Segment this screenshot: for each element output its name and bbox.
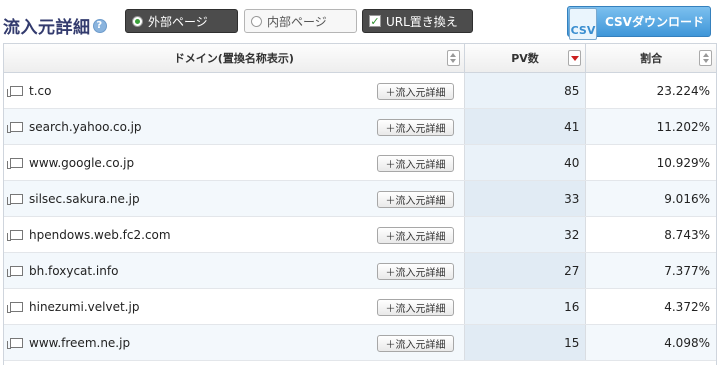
domain-cell: www.freem.ne.jp ＋流入元詳細 — [4, 325, 465, 360]
csv-file-icon: CSV — [569, 8, 597, 40]
domain-name[interactable]: search.yahoo.co.jp — [29, 120, 142, 134]
page-icon — [7, 193, 23, 205]
ratio-cell: 7.377% — [586, 253, 716, 288]
domain-cell: hpendows.web.fc2.com ＋流入元詳細 — [4, 217, 465, 252]
domain-name[interactable]: bh.foxycat.info — [29, 264, 118, 278]
sort-arrows-icon[interactable] — [699, 50, 712, 66]
ratio-cell: 23.224% — [656, 83, 710, 98]
pv-cell: 41 — [464, 109, 587, 144]
referrer-detail-button[interactable]: ＋流入元詳細 — [377, 119, 454, 136]
csv-download-button[interactable]: CSV CSVダウンロード — [567, 6, 711, 40]
sort-arrows-icon[interactable] — [446, 50, 460, 66]
sort-desc-icon[interactable] — [568, 50, 582, 66]
ratio-cell: 8.743% — [664, 227, 710, 242]
domain-name[interactable]: hinezumi.velvet.jp — [29, 300, 139, 314]
table-row: www.google.co.jp ＋流入元詳細 40 10.929% — [4, 145, 716, 181]
table-row: bh.foxycat.info ＋流入元詳細 27 7.377% — [4, 253, 716, 289]
pv-cell: 27 — [464, 253, 587, 288]
referrer-detail-button[interactable]: ＋流入元詳細 — [377, 227, 454, 244]
page-icon — [7, 157, 23, 169]
url-replace-toggle[interactable]: ✓ URL置き換え — [362, 9, 473, 33]
table-row: silsec.sakura.ne.jp ＋流入元詳細 33 9.016% — [4, 181, 716, 217]
domain-cell: hinezumi.velvet.jp ＋流入元詳細 — [4, 289, 465, 324]
pv-cell: 32 — [464, 217, 587, 252]
pv-cell: 40 — [464, 145, 587, 180]
referrer-table: ドメイン(置換名称表示) PV数 割合 t.co ＋流入元詳細 85 23.224% s… — [3, 43, 717, 365]
radio-selected-icon — [132, 15, 143, 27]
ratio-cell: 11.202% — [586, 109, 716, 144]
page-icon — [7, 301, 23, 313]
external-page-label: 外部ページ — [148, 14, 208, 29]
pv-cell: 16 — [464, 289, 587, 324]
table-row: search.yahoo.co.jp ＋流入元詳細 41 11.202% — [4, 109, 716, 145]
referrer-detail-button[interactable]: ＋流入元詳細 — [377, 263, 454, 280]
column-header-domain[interactable]: ドメイン(置換名称表示) — [4, 44, 465, 72]
domain-name[interactable]: www.google.co.jp — [29, 156, 134, 170]
table-body: t.co ＋流入元詳細 85 23.224% search.yahoo.co.jp ＋流入… — [4, 73, 716, 361]
domain-name[interactable]: www.freem.ne.jp — [29, 336, 130, 350]
ratio-cell: 4.372% — [664, 299, 710, 314]
domain-cell: silsec.sakura.ne.jp ＋流入元詳細 — [4, 181, 465, 216]
table-row: www.freem.ne.jp ＋流入元詳細 15 4.098% — [4, 325, 716, 361]
referrer-detail-button[interactable]: ＋流入元詳細 — [377, 191, 454, 208]
ratio-cell: 9.016% — [586, 181, 716, 216]
domain-name[interactable]: silsec.sakura.ne.jp — [29, 192, 140, 206]
column-header-ratio[interactable]: 割合 — [586, 44, 716, 72]
page-icon — [7, 229, 23, 241]
help-icon[interactable]: ? — [92, 18, 107, 33]
ratio-cell: 4.098% — [586, 325, 716, 360]
domain-cell: www.google.co.jp ＋流入元詳細 — [4, 145, 465, 180]
table-row: t.co ＋流入元詳細 85 23.224% — [4, 73, 716, 109]
pv-cell: 85 — [464, 73, 587, 108]
domain-cell: t.co ＋流入元詳細 — [4, 73, 465, 108]
csv-download-label: CSVダウンロード — [605, 15, 704, 29]
referrer-detail-button[interactable]: ＋流入元詳細 — [377, 299, 454, 316]
table-header: ドメイン(置換名称表示) PV数 割合 — [4, 44, 716, 73]
column-header-domain-label: ドメイン(置換名称表示) — [173, 52, 294, 65]
radio-icon — [251, 15, 262, 27]
page-icon — [7, 265, 23, 277]
url-replace-label: URL置き換え — [386, 14, 458, 29]
domain-cell: bh.foxycat.info ＋流入元詳細 — [4, 253, 465, 288]
domain-name[interactable]: hpendows.web.fc2.com — [29, 228, 171, 242]
checkbox-icon: ✓ — [369, 14, 381, 28]
pv-cell: 15 — [464, 325, 587, 360]
column-header-pv[interactable]: PV数 — [465, 44, 587, 72]
column-header-pv-label: PV数 — [511, 52, 539, 65]
table-row: hinezumi.velvet.jp ＋流入元詳細 16 4.372% — [4, 289, 716, 325]
pv-cell: 33 — [464, 181, 587, 216]
ratio-cell: 10.929% — [656, 155, 710, 170]
page-icon — [7, 121, 23, 133]
page-title: 流入元詳細 ? — [3, 13, 107, 38]
internal-page-label: 内部ページ — [267, 14, 327, 29]
page-title-text: 流入元詳細 — [3, 18, 91, 38]
page-icon — [7, 337, 23, 349]
referrer-detail-button[interactable]: ＋流入元詳細 — [377, 335, 454, 352]
referrer-detail-button[interactable]: ＋流入元詳細 — [377, 83, 454, 100]
page-icon — [7, 85, 23, 97]
domain-cell: search.yahoo.co.jp ＋流入元詳細 — [4, 109, 465, 144]
referrer-detail-button[interactable]: ＋流入元詳細 — [377, 155, 454, 172]
internal-page-option[interactable]: 内部ページ — [244, 9, 357, 33]
table-row: hpendows.web.fc2.com ＋流入元詳細 32 8.743% — [4, 217, 716, 253]
domain-name[interactable]: t.co — [29, 84, 51, 98]
column-header-ratio-label: 割合 — [640, 52, 663, 65]
external-page-option[interactable]: 外部ページ — [125, 9, 238, 33]
